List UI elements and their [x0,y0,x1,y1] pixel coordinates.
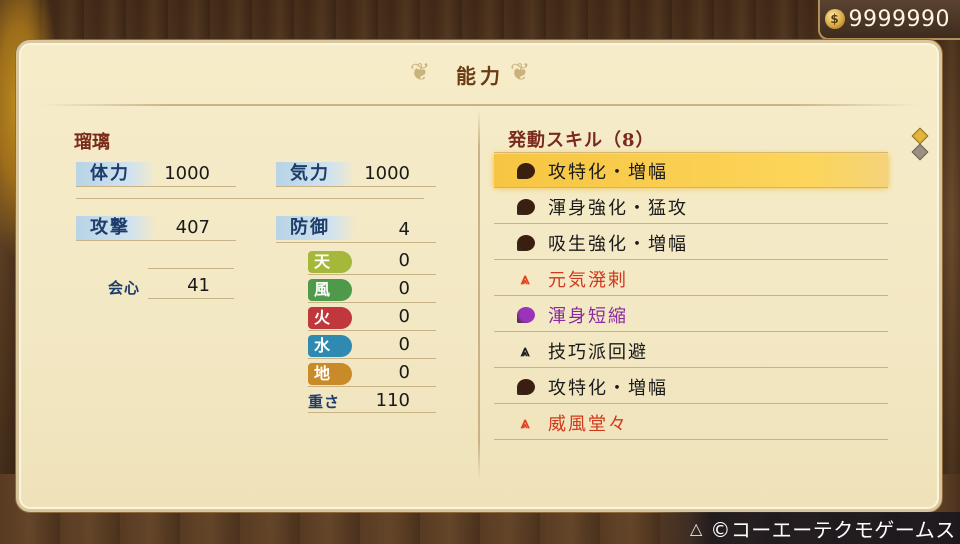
orb-shape [517,198,535,215]
orb-shape [517,306,535,323]
divider [308,358,436,359]
column-divider [478,110,480,480]
stat-value-weight: 110 [375,390,410,411]
skill-row[interactable]: ⩓ 技巧派回避 [494,334,888,368]
divider [76,240,236,241]
copyright-text: ©コーエーテクモゲームス [710,517,956,542]
divider [148,268,234,269]
orb-shape [517,234,535,251]
stat-label-critical: 会心 [108,279,141,297]
dark-orb-icon [516,197,536,217]
skill-label: 威風堂々 [548,413,628,435]
element-value-wind: 0 [398,278,410,299]
red-chevron-icon: ⩓ [516,269,536,289]
divider [308,330,436,331]
stat-value-critical: 41 [187,275,210,296]
skill-label: 攻特化・増幅 [548,161,668,183]
skill-label: 渾身短縮 [548,305,628,327]
skill-row[interactable]: ⩓ 威風堂々 [494,406,888,440]
stat-value-defense: 4 [398,219,410,240]
divider [76,198,424,199]
element-value-heaven: 0 [398,250,410,271]
chevron-shape: ⩓ [520,268,532,288]
currency-display: $ 9999990 [818,0,960,40]
skill-label: 吸生強化・増幅 [548,233,688,255]
purple-orb-icon [516,305,536,325]
skill-row[interactable]: 攻特化・増幅 [494,370,888,404]
page-title: 能力 [456,64,504,88]
skill-row[interactable]: 渾身強化・猛攻 [494,190,888,224]
divider [308,386,436,387]
divider [76,186,236,187]
footer-bar: △ ©コーエーテクモゲームス [650,512,960,544]
chevron-shape: ⩓ [520,340,532,360]
active-skills-title: 発動スキル（8） [508,130,655,151]
chevron-shape: ⩓ [520,412,532,432]
currency-amount: 9999990 [848,6,950,32]
skill-label: 攻特化・増幅 [548,377,668,399]
skill-label: 渾身強化・猛攻 [548,197,688,219]
black-chevron-icon: ⩓ [516,341,536,361]
skill-row[interactable]: 吸生強化・増幅 [494,226,888,260]
title-divider [40,104,920,106]
triangle-button-icon[interactable]: △ [690,519,702,538]
element-value-water: 0 [398,334,410,355]
orb-shape [517,378,535,395]
stat-label-weight: 重さ [308,393,341,411]
orb-shape [517,162,535,179]
stat-value-hp: 1000 [164,163,210,184]
stat-value-ki: 1000 [364,163,410,184]
divider [148,298,234,299]
element-value-earth: 0 [398,362,410,383]
skill-label: 元気溌剌 [548,269,628,291]
skill-row[interactable]: 渾身短縮 [494,298,888,332]
divider [308,412,436,413]
divider [276,242,436,243]
wing-ornament-right-icon: ❦ [510,58,531,86]
red-chevron-icon: ⩓ [516,413,536,433]
character-name: 瑠璃 [74,132,110,153]
dark-orb-icon [516,377,536,397]
dark-orb-icon [516,161,536,181]
coin-icon: $ [824,9,845,29]
divider [276,186,436,187]
stat-value-attack: 407 [175,217,210,238]
element-value-fire: 0 [398,306,410,327]
divider [494,152,888,153]
skill-row[interactable]: 攻特化・増幅 [494,154,888,188]
dark-orb-icon [516,233,536,253]
skill-row[interactable]: ⩓ 元気溌剌 [494,262,888,296]
divider [308,302,436,303]
divider [308,274,436,275]
skill-label: 技巧派回避 [548,341,648,363]
